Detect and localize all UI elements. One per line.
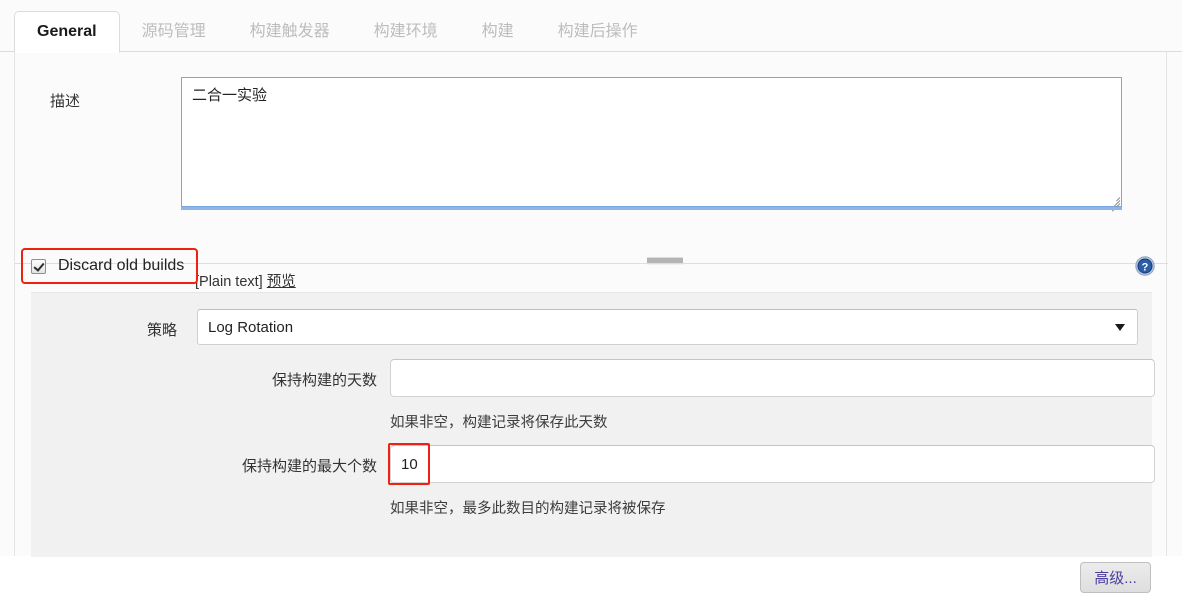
days-to-keep-hint: 如果非空，构建记录将保存此天数 [390,415,608,431]
discard-old-builds-checkbox[interactable] [31,258,46,274]
config-panel: 描述 [Plain text] 预览 Discard old builds [14,52,1168,593]
days-to-keep-row: 保持构建的天数 [31,359,1155,399]
description-row: 描述 [15,52,1168,224]
advanced-button-label: 高级... [1094,570,1137,587]
days-to-keep-label: 保持构建的天数 [271,372,377,389]
tab-post-build-actions[interactable]: 构建后操作 [536,11,660,52]
tab-list: General 源码管理 构建触发器 构建环境 构建 构建后操作 [14,10,660,53]
job-config-page: General 源码管理 构建触发器 构建环境 构建 构建后操作 描述 二合一实… [0,0,1182,593]
description-focus-underline [181,207,1122,210]
tab-build-environment-label: 构建环境 [373,23,438,40]
strategy-label: 策略 [146,322,177,339]
tab-build[interactable]: 构建 [460,11,536,52]
tab-source-code-management-label: 源码管理 [141,23,206,40]
max-builds-to-keep-row: 保持构建的最大个数 10 [31,443,1155,485]
max-builds-to-keep-input[interactable]: 10 [390,445,1155,483]
tab-general[interactable]: General [14,11,120,53]
tab-build-triggers-label: 构建触发器 [249,23,330,40]
settings-bottom-strip [31,553,1152,557]
tab-general-label: General [37,23,97,40]
discard-old-builds-label: Discard old builds [58,257,185,274]
config-tab-bar: General 源码管理 构建触发器 构建环境 构建 构建后操作 [0,0,1182,53]
svg-text:?: ? [1142,262,1149,274]
chevron-down-icon [1115,324,1125,331]
days-to-keep-input[interactable] [390,359,1155,397]
strategy-select[interactable]: Log Rotation [197,309,1138,345]
strategy-selected-value: Log Rotation [208,318,294,336]
description-textarea[interactable] [181,77,1122,207]
strategy-row: 策略 Log Rotation [31,307,1152,351]
description-label: 描述 [50,93,81,110]
tab-build-environment[interactable]: 构建环境 [352,11,460,52]
tab-source-code-management[interactable]: 源码管理 [120,11,228,52]
log-rotation-settings: 策略 Log Rotation 保持构建的天数 如果非空，构建记录将保存此天数 … [31,292,1155,593]
tab-build-triggers[interactable]: 构建触发器 [228,11,352,52]
tab-build-label: 构建 [481,23,514,40]
max-builds-to-keep-label: 保持构建的最大个数 [241,458,377,475]
help-circle-icon[interactable]: ? [1135,256,1155,276]
max-builds-to-keep-hint: 如果非空，最多此数目的构建记录将被保存 [390,501,666,517]
discard-old-builds-highlight[interactable]: Discard old builds [21,248,199,284]
description-field-wrap [181,77,1122,212]
advanced-button[interactable]: 高级... [1080,562,1151,593]
tab-post-build-actions-label: 构建后操作 [557,23,638,40]
